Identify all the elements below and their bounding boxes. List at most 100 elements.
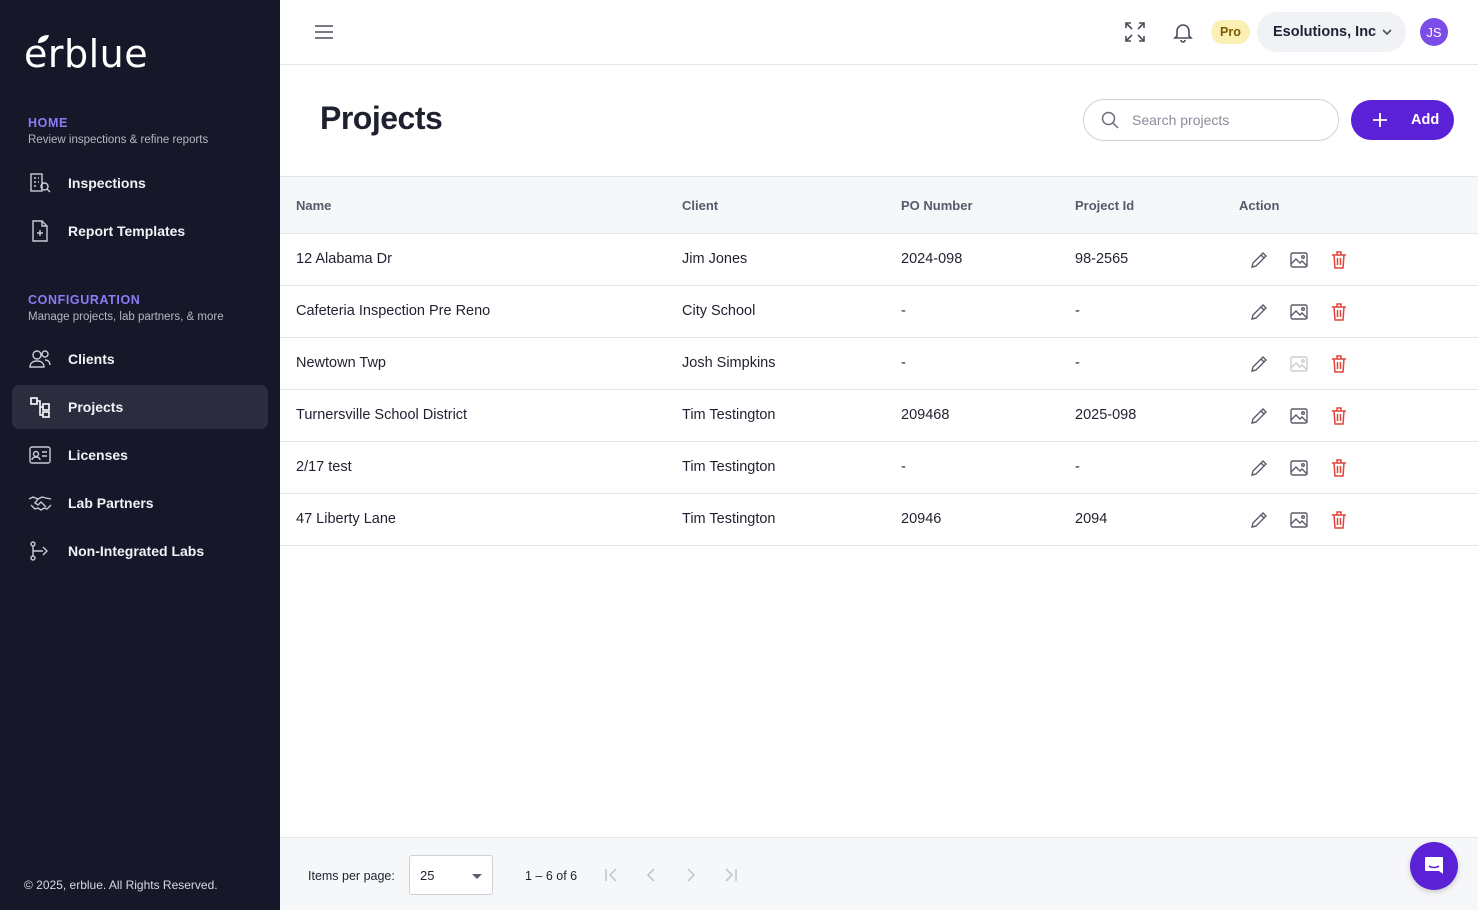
cell-po-number: -	[901, 355, 906, 371]
sidebar-item-report-templates[interactable]: Report Templates	[12, 209, 268, 253]
cell-project-id: -	[1075, 459, 1080, 475]
section-title: HOME	[28, 116, 68, 130]
section-subtitle: Manage projects, lab partners, & more	[28, 311, 224, 323]
sidebar-item-licenses[interactable]: Licenses	[12, 433, 268, 477]
image-icon[interactable]	[1288, 249, 1310, 271]
previous-page-icon[interactable]	[641, 865, 661, 885]
id-card-icon	[28, 443, 52, 467]
sidebar-item-label: Projects	[68, 399, 124, 415]
cell-client: Jim Jones	[682, 251, 748, 267]
image-icon[interactable]	[1288, 457, 1310, 479]
page-range-label: 1 – 6 of 6	[525, 869, 578, 883]
plan-badge: Pro	[1211, 20, 1250, 44]
cell-client: Josh Simpkins	[682, 355, 776, 371]
column-header-action: Action	[1239, 198, 1280, 213]
delete-trash-icon[interactable]	[1328, 405, 1350, 427]
cell-po-number: -	[901, 303, 906, 319]
sidebar-item-non-integrated-labs[interactable]: Non-Integrated Labs	[12, 529, 268, 573]
building-search-icon	[28, 171, 52, 195]
plus-icon	[1373, 113, 1387, 127]
sidebar-item-label: Non-Integrated Labs	[68, 543, 205, 559]
caret-down-icon	[472, 874, 482, 879]
table-row[interactable]: Cafeteria Inspection Pre Reno City School…	[280, 286, 1478, 338]
items-per-page-value: 25	[420, 868, 435, 883]
table-row[interactable]: Turnersville School District Tim Testingt…	[280, 390, 1478, 442]
section-title: CONFIGURATION	[28, 293, 141, 307]
edit-pencil-icon[interactable]	[1248, 301, 1270, 323]
chevron-down-icon	[1382, 29, 1392, 36]
projects-table: Name Client PO Number Project Id Action …	[280, 176, 1478, 546]
column-header-project-id[interactable]: Project Id	[1075, 198, 1134, 213]
table-row[interactable]: 47 Liberty Lane Tim Testington 20946 2094	[280, 494, 1478, 546]
delete-trash-icon[interactable]	[1328, 249, 1350, 271]
users-icon	[28, 347, 52, 371]
sidebar-item-label: Clients	[68, 351, 115, 367]
delete-trash-icon[interactable]	[1328, 353, 1350, 375]
cell-project-id: 2025-098	[1075, 407, 1137, 423]
items-per-page-select[interactable]: 25	[409, 855, 493, 895]
sidebar-item-inspections[interactable]: Inspections	[12, 161, 268, 205]
edit-pencil-icon[interactable]	[1248, 509, 1270, 531]
fullscreen-icon[interactable]	[1123, 20, 1147, 44]
cell-client: Tim Testington	[682, 459, 776, 475]
cell-po-number: 209468	[901, 407, 950, 423]
sidebar-item-label: Report Templates	[68, 223, 186, 239]
column-header-client[interactable]: Client	[682, 198, 718, 213]
organization-select[interactable]: Esolutions, Inc	[1257, 12, 1406, 52]
cell-client: Tim Testington	[682, 407, 776, 423]
cell-name: 12 Alabama Dr	[296, 251, 392, 267]
section-configuration: CONFIGURATION Manage projects, lab partn…	[28, 293, 224, 323]
delete-trash-icon[interactable]	[1328, 301, 1350, 323]
sidebar: erblue HOME Review inspections & refine …	[0, 0, 280, 910]
table-header: Name Client PO Number Project Id Action	[280, 176, 1478, 234]
search-box[interactable]	[1083, 99, 1339, 141]
column-header-po-number[interactable]: PO Number	[901, 198, 973, 213]
cell-name: Cafeteria Inspection Pre Reno	[296, 303, 491, 319]
delete-trash-icon[interactable]	[1328, 509, 1350, 531]
cell-name: 2/17 test	[296, 459, 352, 475]
copyright-text: © 2025, erblue. All Rights Reserved.	[24, 878, 218, 892]
table-row[interactable]: 12 Alabama Dr Jim Jones 2024-098 98-2565	[280, 234, 1478, 286]
sidebar-item-lab-partners[interactable]: Lab Partners	[12, 481, 268, 525]
edit-pencil-icon[interactable]	[1248, 353, 1270, 375]
hamburger-menu-icon[interactable]	[312, 20, 336, 44]
search-input[interactable]	[1132, 112, 1322, 128]
table-row[interactable]: 2/17 test Tim Testington - -	[280, 442, 1478, 494]
image-icon[interactable]	[1288, 301, 1310, 323]
edit-pencil-icon[interactable]	[1248, 249, 1270, 271]
search-icon	[1101, 111, 1119, 129]
sidebar-item-clients[interactable]: Clients	[12, 337, 268, 381]
sidebar-item-label: Lab Partners	[68, 495, 154, 511]
bell-icon[interactable]	[1171, 20, 1195, 44]
add-button-label: Add	[1411, 112, 1440, 128]
image-icon[interactable]	[1288, 509, 1310, 531]
cell-project-id: -	[1075, 355, 1080, 371]
last-page-icon[interactable]	[721, 865, 741, 885]
chat-button[interactable]	[1410, 842, 1458, 890]
cell-po-number: 20946	[901, 511, 942, 527]
edit-pencil-icon[interactable]	[1248, 405, 1270, 427]
delete-trash-icon[interactable]	[1328, 457, 1350, 479]
column-header-name[interactable]: Name	[296, 198, 331, 213]
edit-pencil-icon[interactable]	[1248, 457, 1270, 479]
cell-name: 47 Liberty Lane	[296, 511, 396, 527]
hierarchy-icon	[28, 395, 52, 419]
cell-po-number: -	[901, 459, 906, 475]
user-avatar[interactable]: JS	[1420, 18, 1448, 46]
first-page-icon[interactable]	[601, 865, 621, 885]
image-icon[interactable]	[1288, 405, 1310, 427]
cell-project-id: 98-2565	[1075, 251, 1129, 267]
section-home: HOME Review inspections & refine reports	[28, 116, 208, 146]
sidebar-item-label: Inspections	[68, 175, 146, 191]
table-body: 12 Alabama Dr Jim Jones 2024-098 98-2565 Caf…	[280, 234, 1478, 546]
topbar: Pro Esolutions, Inc JS	[280, 0, 1478, 65]
cell-project-id: -	[1075, 303, 1080, 319]
logo-leaf-icon	[38, 35, 49, 43]
sidebar-item-projects[interactable]: Projects	[12, 385, 268, 429]
paginator: Items per page: 25 1 – 6 of 6	[280, 837, 1478, 910]
next-page-icon[interactable]	[681, 865, 701, 885]
add-project-button[interactable]: Add	[1351, 100, 1454, 140]
cell-name: Turnersville School District	[296, 407, 468, 423]
table-row[interactable]: Newtown Twp Josh Simpkins - -	[280, 338, 1478, 390]
cell-client: Tim Testington	[682, 511, 776, 527]
